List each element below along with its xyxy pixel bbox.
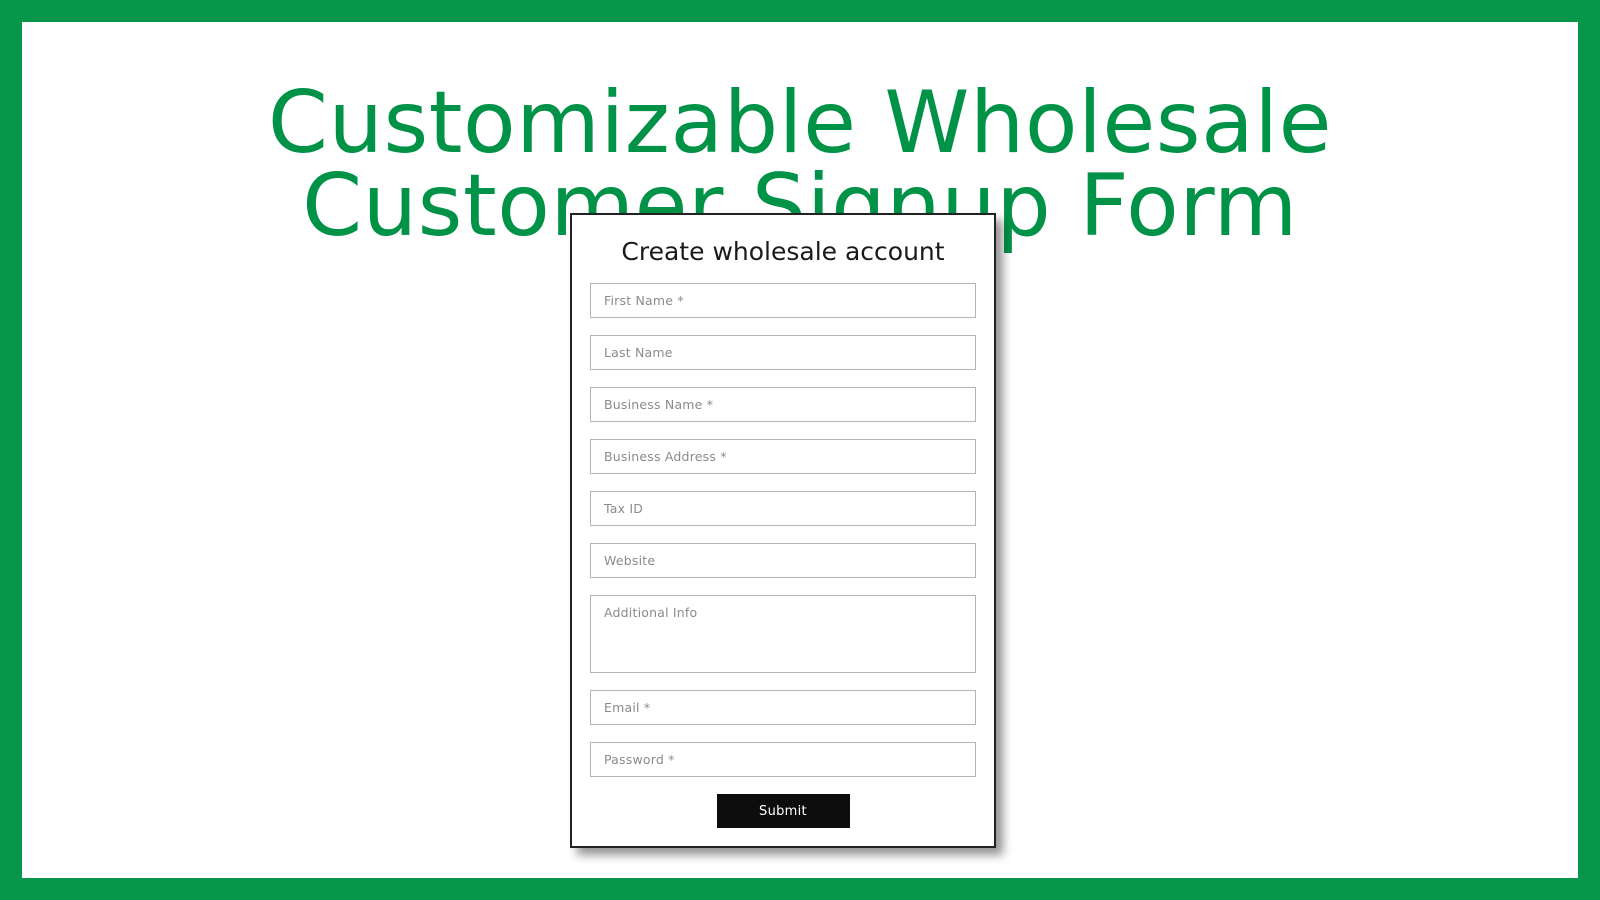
- additional-info-placeholder: Additional Info: [604, 605, 698, 620]
- email-placeholder: Email *: [604, 700, 651, 715]
- website-placeholder: Website: [604, 553, 656, 568]
- business-address-input[interactable]: Business Address *: [590, 439, 976, 474]
- email-input[interactable]: Email *: [590, 690, 976, 725]
- business-address-placeholder: Business Address *: [604, 449, 727, 464]
- last-name-input[interactable]: Last Name: [590, 335, 976, 370]
- green-page-frame: Customizable Wholesale Customer Signup F…: [0, 0, 1600, 900]
- business-name-input[interactable]: Business Name *: [590, 387, 976, 422]
- additional-info-input[interactable]: Additional Info: [590, 595, 976, 673]
- card-heading: Create wholesale account: [621, 237, 945, 266]
- last-name-placeholder: Last Name: [604, 345, 673, 360]
- tax-id-placeholder: Tax ID: [604, 501, 644, 516]
- first-name-placeholder: First Name *: [604, 293, 684, 308]
- first-name-input[interactable]: First Name *: [590, 283, 976, 318]
- business-name-placeholder: Business Name *: [604, 397, 714, 412]
- password-input[interactable]: Password *: [590, 742, 976, 777]
- page-canvas: Customizable Wholesale Customer Signup F…: [22, 22, 1578, 878]
- signup-form-card: Create wholesale account First Name * Las…: [570, 213, 996, 848]
- submit-button[interactable]: Submit: [716, 794, 850, 828]
- tax-id-input[interactable]: Tax ID: [590, 491, 976, 526]
- website-input[interactable]: Website: [590, 543, 976, 578]
- signup-form-fields: First Name * Last Name Business Name * Busi…: [590, 283, 976, 777]
- password-placeholder: Password *: [604, 752, 675, 767]
- submit-row: Submit: [590, 794, 976, 828]
